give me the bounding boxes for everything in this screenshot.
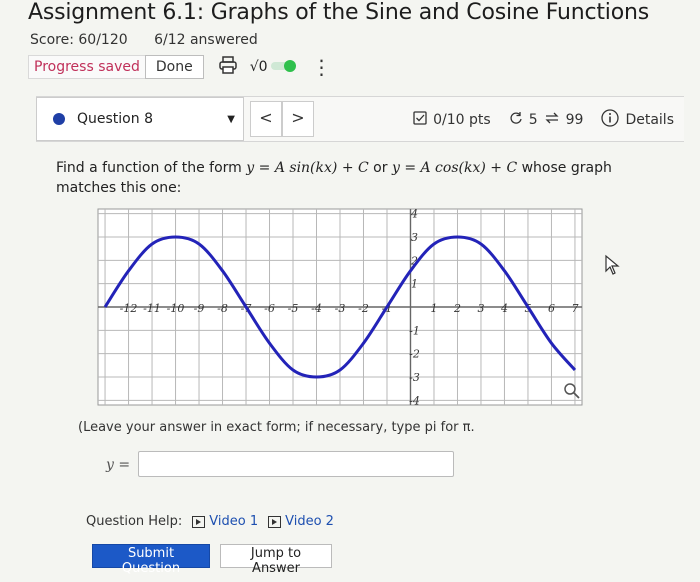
details-link[interactable]: Details	[625, 112, 674, 128]
x-tick-label: 4	[500, 302, 508, 315]
question-select-label: Question 8	[77, 111, 153, 127]
done-button[interactable]: Done	[144, 55, 204, 79]
mouse-cursor-icon	[604, 254, 620, 280]
attempts-icon	[544, 111, 560, 129]
progress-saved-status: Progress saved	[28, 55, 145, 79]
x-tick-label: 6	[548, 302, 555, 315]
score-text: Score: 60/120	[30, 32, 128, 48]
retry-icon	[509, 111, 523, 129]
x-tick-label: 1	[430, 302, 437, 315]
math-keyboard-icon[interactable]: √0	[250, 59, 268, 75]
score-row: Score: 60/120 6/12 answered	[30, 32, 280, 48]
x-tick-label: -6	[264, 302, 275, 315]
question-select[interactable]: Question 8 ▼	[36, 97, 244, 141]
x-tick-label: -5	[288, 302, 299, 315]
print-icon[interactable]	[218, 56, 238, 78]
dropdown-arrow-icon: ▼	[227, 113, 235, 125]
progress-row: Progress saved Done √0 ⋮	[28, 54, 332, 80]
answered-count: 6/12 answered	[154, 32, 258, 48]
x-tick-label: -3	[335, 302, 346, 315]
attempts-count: 99	[565, 112, 584, 128]
x-tick-label: 7	[571, 302, 578, 315]
x-tick-label: -8	[217, 302, 228, 315]
question-help-label: Question Help:	[86, 514, 183, 529]
question-help: Question Help: Video 1 Video 2	[86, 514, 334, 529]
retries-count: 5	[528, 112, 538, 128]
prompt-text-1: Find a function of the form	[56, 160, 242, 176]
math-toggle[interactable]	[270, 58, 298, 77]
prompt-or: or	[373, 160, 388, 176]
x-tick-label: 2	[453, 302, 461, 315]
y-tick-label: -3	[409, 371, 420, 384]
submit-question-button[interactable]: Submit Question	[92, 544, 210, 576]
x-tick-label: 3	[477, 302, 484, 315]
y-tick-label: 4	[410, 208, 418, 221]
info-icon[interactable]	[601, 109, 620, 131]
y-tick-label: 1	[411, 278, 418, 291]
form-sine: y = A sin(kx) + C	[246, 160, 369, 176]
form-cosine: y = A cos(kx) + C	[391, 160, 518, 176]
checkbox-icon	[413, 111, 427, 129]
video-2-label: Video 2	[285, 514, 334, 529]
video-1-label: Video 1	[209, 514, 259, 529]
question-meta: 0/10 pts 5 99 Details	[413, 109, 674, 131]
x-tick-label: -9	[194, 302, 205, 315]
y-tick-label: -4	[409, 394, 420, 407]
function-graph: -12 -11 -10 -9 -8 -7 -6 -5 -4 -3 -2 -1 1 2 3 4 5 6 74321-1…	[97, 208, 583, 407]
video-2-link[interactable]: Video 2	[268, 514, 334, 529]
video-1-link[interactable]: Video 1	[192, 514, 258, 529]
y-tick-label: -1	[409, 324, 420, 337]
prev-question-button[interactable]: <	[250, 101, 282, 137]
x-tick-label: -4	[311, 302, 322, 315]
answer-prefix: y =	[106, 457, 131, 473]
y-tick-label: 3	[411, 231, 418, 244]
question-status-dot	[53, 113, 65, 125]
more-options-icon[interactable]: ⋮	[312, 55, 332, 79]
next-question-button[interactable]: >	[282, 101, 314, 137]
points-text: 0/10 pts	[433, 112, 491, 128]
x-tick-label: -2	[358, 302, 369, 315]
page-title: Assignment 6.1: Graphs of the Sine and C…	[28, 0, 649, 25]
video-icon	[192, 515, 206, 528]
x-tick-label: -12	[120, 302, 138, 315]
y-tick-label: -2	[409, 348, 420, 361]
x-tick-label: -10	[167, 302, 185, 315]
video-icon	[268, 515, 282, 528]
question-prompt: Find a function of the form y = A sin(kx…	[56, 158, 656, 198]
answer-instructions: (Leave your answer in exact form; if nec…	[78, 420, 475, 435]
jump-to-answer-button[interactable]: Jump to Answer	[220, 544, 332, 576]
x-tick-label: -11	[143, 302, 161, 315]
question-bar: Question 8 ▼ < > 0/10 pts 5 99 Details	[36, 96, 684, 142]
answer-input[interactable]	[138, 451, 454, 477]
